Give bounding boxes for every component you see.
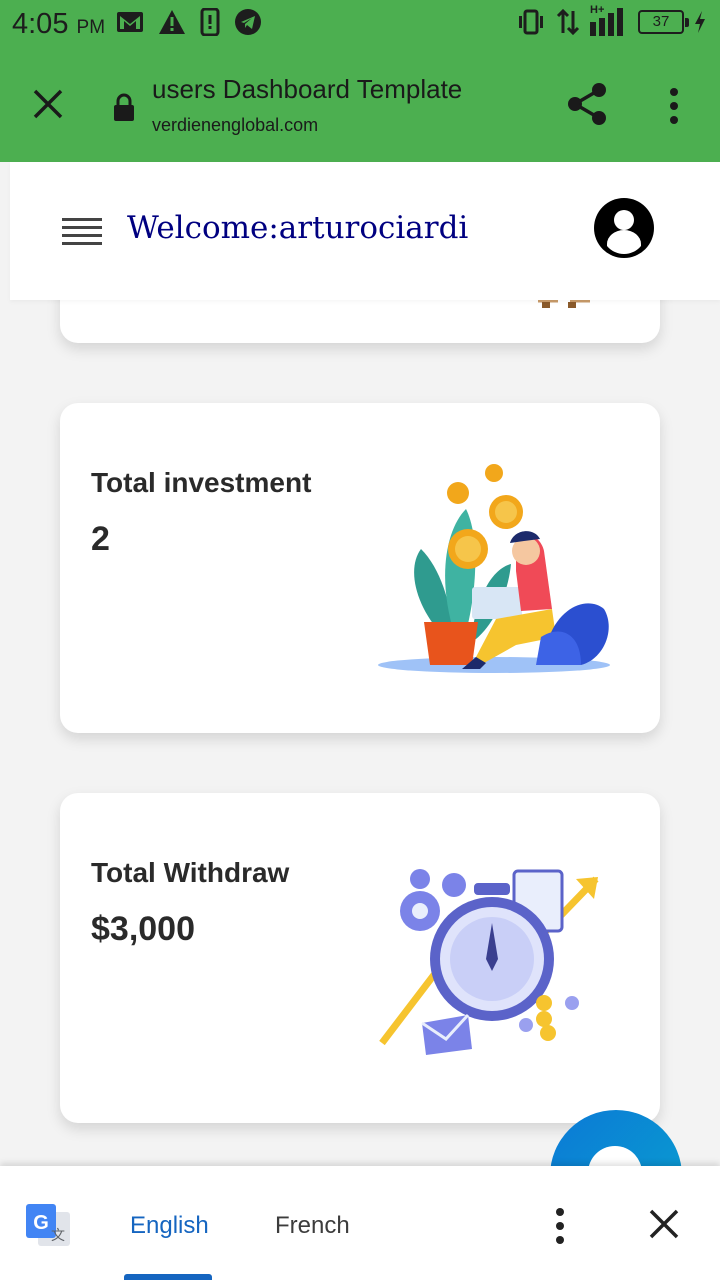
- translate-more-icon[interactable]: [550, 1206, 570, 1246]
- network-type-label: H+: [590, 4, 605, 16]
- more-options-icon[interactable]: [664, 86, 684, 126]
- signal-icon: H+: [590, 4, 628, 36]
- notification-icons: [116, 8, 262, 36]
- card-label: Total Withdraw: [91, 857, 290, 888]
- lock-icon: [114, 93, 134, 121]
- telegram-icon: [235, 9, 261, 35]
- battery-icon: 37: [638, 10, 689, 34]
- phone-alert-icon: [200, 8, 220, 36]
- system-icons: H+ 37: [516, 4, 706, 36]
- translate-close-icon[interactable]: [648, 1208, 680, 1240]
- translate-bar: G 文 English French: [0, 1166, 720, 1280]
- status-bar: 4:05 PM H+ 37: [0, 0, 720, 50]
- close-tab-icon[interactable]: [30, 86, 66, 122]
- card-value: 2: [91, 520, 110, 558]
- site-header: Welcome:arturociardi: [10, 162, 720, 300]
- card-label: Total investment: [91, 467, 312, 498]
- vibrate-icon: [519, 9, 543, 35]
- data-transfer-icon: [556, 9, 580, 35]
- google-translate-icon: G 文: [26, 1204, 70, 1246]
- total-withdraw-card[interactable]: Total Withdraw $3,000: [60, 793, 660, 1123]
- warning-icon: [159, 10, 185, 34]
- page-title: users Dashboard Template: [152, 74, 463, 104]
- custom-tab-toolbar: users Dashboard Template verdienenglobal…: [0, 50, 720, 162]
- investment-illustration: [378, 464, 610, 673]
- withdraw-illustration: [379, 869, 599, 1055]
- user-avatar-icon[interactable]: [594, 198, 654, 258]
- charging-icon: [695, 11, 705, 33]
- browser-chrome: 4:05 PM H+ 37 users Dashboard Template v…: [0, 0, 720, 162]
- gmail-icon: [117, 12, 143, 32]
- language-english-tab[interactable]: English: [130, 1212, 209, 1240]
- share-icon[interactable]: [566, 82, 608, 126]
- battery-level: 37: [652, 13, 670, 30]
- page-url: verdienenglobal.com: [152, 115, 319, 135]
- menu-icon[interactable]: [62, 218, 102, 246]
- card-value: $3,000: [91, 910, 195, 948]
- language-french-tab[interactable]: French: [275, 1212, 350, 1240]
- total-investment-card[interactable]: Total investment 2: [60, 403, 660, 733]
- svg-text:G: G: [33, 1212, 49, 1234]
- svg-text:文: 文: [51, 1228, 65, 1244]
- status-time: 4:05 PM: [12, 8, 106, 40]
- selected-language-indicator: [124, 1274, 212, 1280]
- welcome-text: Welcome:arturociardi: [127, 210, 469, 246]
